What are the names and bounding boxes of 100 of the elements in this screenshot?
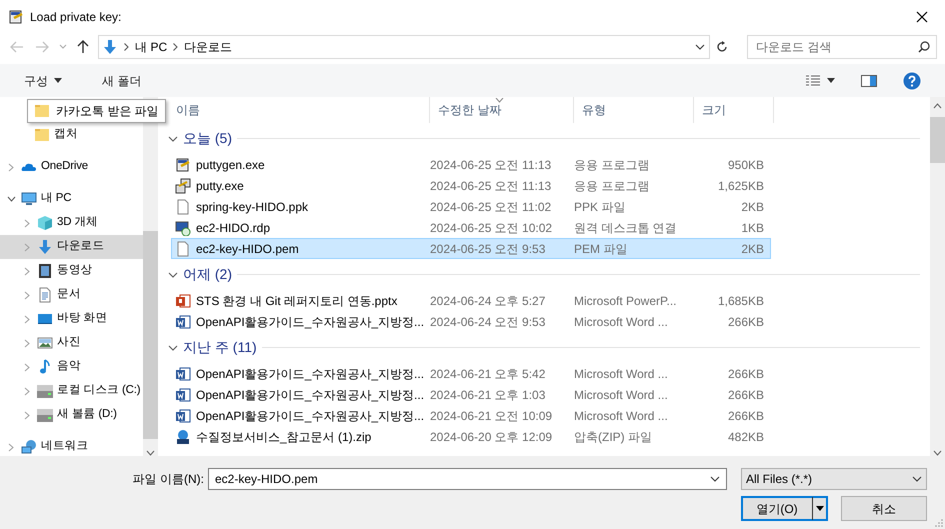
file-row[interactable]: ec2-key-HIDO.pem 2024-06-25 오전 9:53 PEM 파일 2KB [171,238,771,259]
word-file-icon [175,408,191,424]
dropdown-caret-icon [912,476,922,482]
modified-date: 2024-06-24 오후 5:27 [430,292,546,310]
file-size: 1KB [740,220,764,236]
chevron-right-icon [124,43,130,51]
file-row[interactable]: OpenAPI활용가이드_수자원공사_지방정... 2024-06-21 오전 10:09 Microsoft Word ... 266KB [171,405,771,426]
file-size: 266KB [726,386,764,404]
file-type: 응용 프로그램 [574,156,650,174]
expanded-chevron-icon [168,272,178,278]
sidebar-item[interactable]: 3D 개체 [0,211,143,235]
sidebar-item[interactable]: OneDrive [0,155,143,179]
modified-date: 2024-06-25 오전 9:53 [430,240,546,258]
file-type-dropdown[interactable]: All Files (*.*) [741,468,927,490]
sidebar-item[interactable]: 새 볼륨 (D:) [0,403,143,427]
file-row[interactable]: puttygen.exe 2024-06-25 오전 11:13 응용 프로그램 950KB [171,154,771,175]
sort-chevron-icon [495,98,504,103]
scroll-thumb[interactable] [930,117,945,163]
sidebar-item[interactable]: 캡처 [0,123,143,147]
computer-icon [21,191,37,207]
dropdown-caret-icon [710,476,720,482]
file-row[interactable]: spring-key-HIDO.ppk 2024-06-25 오전 11:02 PPK 파일 2KB [171,196,771,217]
file-row[interactable]: 수질정보서비스_참고문서 (1).zip 2024-06-20 오후 12:09 압축(ZIP) 파일 482KB [171,426,771,447]
file-row[interactable]: OpenAPI활용가이드_수자원공사_지방정... 2024-06-21 오후 1:03 Microsoft Word ... 266KB [171,384,771,405]
column-header[interactable]: 수정한 날짜 [430,97,574,123]
address-field[interactable]: 내 PC 다운로드 [98,35,710,59]
file-row[interactable]: putty.exe 2024-06-25 오전 11:13 응용 프로그램 1,625KB [171,175,771,196]
word-file-icon [175,386,191,402]
sidebar-item[interactable]: 다운로드 [0,235,143,259]
folder-icon [34,127,50,143]
cancel-button[interactable]: 취소 [841,496,927,521]
tooltip: 카카오톡 받은 파일 [27,99,166,123]
file-row[interactable]: OpenAPI활용가이드_수자원공사_지방정... 2024-06-24 오전 9:53 Microsoft Word ... 266KB [171,311,771,332]
file-row[interactable]: STS 환경 내 Git 레퍼지토리 연동.pptx 2024-06-24 오후 5:27 Microsoft PowerP... 1,685KB [171,290,771,311]
file-size: 950KB [726,156,764,174]
modified-date: 2024-06-25 오전 11:13 [430,178,552,194]
remote-desktop-icon [175,220,191,236]
file-name: ec2-key-HIDO.pem [196,240,299,258]
key-program-icon [175,156,191,172]
expanded-chevron-icon [168,136,178,142]
sidebar-item[interactable]: 음악 [0,355,143,379]
column-header[interactable]: 이름 [163,97,430,123]
archive-file-icon [175,428,191,444]
organize-menu-button[interactable]: 구성 [18,70,68,92]
breadcrumb[interactable]: 내 PC [135,38,168,56]
preview-pane-icon [861,74,877,86]
desktop-icon [37,311,53,327]
file-type: Microsoft Word ... [574,366,669,382]
file-name: puttygen.exe [196,156,265,174]
expanded-chevron-icon [168,344,178,350]
breadcrumb[interactable]: 다운로드 [184,38,232,56]
sidebar-item[interactable]: 네트워크 [0,435,143,456]
dropdown-caret-icon [695,44,706,50]
sidebar-item[interactable]: 사진 [0,331,143,355]
cube-icon [37,215,53,231]
file-size: 2KB [740,198,764,216]
group-header[interactable]: 지난 주 (11) [163,332,930,363]
group-header[interactable]: 어제 (2) [163,259,930,290]
caret-icon [827,78,835,83]
modified-date: 2024-06-21 오후 1:03 [430,386,546,404]
file-type: 압축(ZIP) 파일 [574,428,653,446]
file-name: STS 환경 내 Git 레퍼지토리 연동.pptx [196,292,398,310]
modified-date: 2024-06-25 오전 11:13 [430,156,552,174]
word-file-icon [175,314,191,330]
caret-icon [54,78,62,83]
new-folder-button[interactable]: 새 폴더 [96,70,148,92]
group-header[interactable]: 오늘 (5) [163,123,930,154]
file-icon [175,240,191,256]
download-arrow-icon [37,239,53,255]
picture-icon [37,335,53,351]
sidebar-item[interactable]: 내 PC [0,187,143,211]
chevron-right-icon [173,43,178,51]
modified-date: 2024-06-21 오후 5:42 [430,366,546,382]
document-icon [37,287,53,303]
up-arrow-icon [76,40,89,54]
sidebar-item[interactable]: 문서 [0,283,143,307]
sidebar-item[interactable]: 바탕 화면 [0,307,143,331]
terminal-program-icon [175,178,191,194]
details-view-icon [805,74,821,86]
modified-date: 2024-06-25 오전 10:02 [430,220,554,236]
filename-label: 파일 이름(N): [132,471,204,488]
search-box[interactable]: 다운로드 검색 [747,35,937,59]
caret-icon [58,44,67,50]
file-type: Microsoft PowerP... [574,292,678,310]
folder-icon [34,103,50,119]
file-icon [175,198,191,214]
download-arrow-icon [102,39,118,55]
file-name: putty.exe [196,178,244,194]
sidebar-item[interactable]: 동영상 [0,259,143,283]
column-header[interactable]: 크기 [694,97,774,123]
open-button[interactable]: 열기(O) [741,496,828,521]
scrollbar[interactable] [930,97,945,456]
file-row[interactable]: ec2-HIDO.rdp 2024-06-25 오전 10:02 원격 데스크톱 연결 1KB [171,217,771,238]
modified-date: 2024-06-21 오전 10:09 [430,408,554,424]
file-name: OpenAPI활용가이드_수자원공사_지방정... [196,366,424,382]
file-row[interactable]: OpenAPI활용가이드_수자원공사_지방정... 2024-06-21 오후 5:42 Microsoft Word ... 266KB [171,363,771,384]
sidebar-item[interactable]: 로컬 디스크 (C:) [0,379,143,403]
scroll-thumb[interactable] [143,231,158,439]
column-header[interactable]: 유형 [574,97,694,123]
file-type: PEM 파일 [574,240,628,258]
